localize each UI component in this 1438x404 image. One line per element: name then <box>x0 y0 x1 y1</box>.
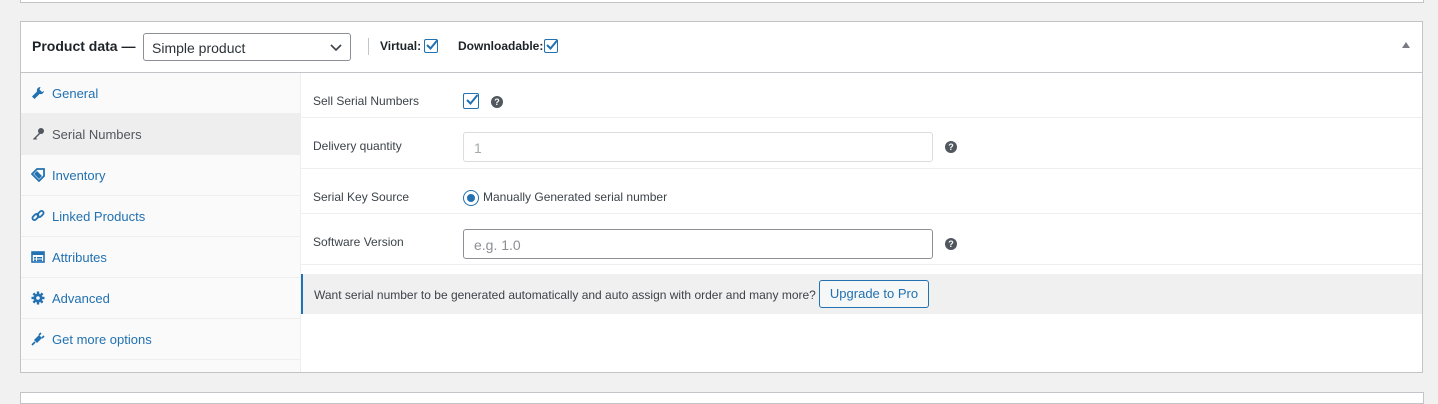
help-icon[interactable]: ? <box>491 96 503 108</box>
wrench-icon <box>32 87 44 99</box>
tab-label: Serial Numbers <box>52 127 142 142</box>
software-version-placeholder: e.g. 1.0 <box>474 237 521 253</box>
product-data-tabs: General Serial Numbers Inventory Linked … <box>21 73 301 372</box>
tab-label: Linked Products <box>52 209 146 224</box>
tab-attributes[interactable]: Attributes <box>21 237 300 278</box>
link-icon <box>31 210 45 221</box>
checkmark-icon <box>426 39 439 50</box>
upgrade-notice: Want serial number to be generated autom… <box>301 274 1422 314</box>
delivery-quantity-input[interactable]: 1 <box>463 132 933 162</box>
tab-linked-products[interactable]: Linked Products <box>21 196 300 237</box>
downloadable-checkbox[interactable] <box>544 39 559 53</box>
manual-generated-option-label: Manually Generated serial number <box>483 190 668 204</box>
tag-icon <box>31 168 45 182</box>
upgrade-to-pro-button[interactable]: Upgrade to Pro <box>819 280 929 308</box>
product-type-value: Simple product <box>152 40 246 56</box>
serial-numbers-content: Sell Serial Numbers ? Delivery quantity … <box>301 73 1422 372</box>
next-panel-edge <box>20 392 1424 404</box>
help-icon[interactable]: ? <box>945 238 957 250</box>
key-icon <box>33 128 44 140</box>
panel-title-text: Product data <box>32 38 118 54</box>
header-separator <box>368 38 369 55</box>
key-source-row: Serial Key Source Manually Generated ser… <box>301 169 1422 214</box>
software-version-row: Software Version e.g. 1.0 ? <box>301 214 1422 265</box>
radio-selected-dot <box>467 194 475 202</box>
panel-header: Product data — Simple product Virtual: D… <box>21 22 1422 73</box>
tab-label: General <box>52 86 99 101</box>
delivery-quantity-value: 1 <box>474 140 482 156</box>
upgrade-notice-text: Want serial number to be generated autom… <box>314 288 816 302</box>
tab-inventory[interactable]: Inventory <box>21 155 300 196</box>
virtual-label: Virtual: <box>380 39 422 53</box>
manual-generated-radio[interactable] <box>463 190 479 206</box>
key-source-label: Serial Key Source <box>313 190 410 204</box>
tab-serial-numbers[interactable]: Serial Numbers <box>21 114 300 155</box>
tab-label: Inventory <box>52 168 106 183</box>
plugin-icon <box>31 332 45 346</box>
help-icon[interactable]: ? <box>945 141 957 153</box>
delivery-quantity-label: Delivery quantity <box>313 139 402 153</box>
downloadable-label: Downloadable: <box>458 39 544 53</box>
checkmark-icon <box>546 39 559 50</box>
tab-advanced[interactable]: Advanced <box>21 278 300 319</box>
tab-general[interactable]: General <box>21 73 300 114</box>
chevron-down-icon <box>330 44 342 52</box>
tab-label: Attributes <box>52 250 107 265</box>
previous-panel-edge <box>20 0 1424 3</box>
list-icon <box>31 251 45 263</box>
product-data-panel: Product data — Simple product Virtual: D… <box>20 21 1423 373</box>
product-type-select[interactable]: Simple product <box>143 33 351 61</box>
virtual-checkbox[interactable] <box>424 39 439 53</box>
panel-title: Product data — <box>32 38 135 54</box>
collapse-arrow-icon[interactable] <box>1402 42 1410 48</box>
delivery-quantity-row: Delivery quantity 1 ? <box>301 118 1422 169</box>
sell-serial-checkbox[interactable] <box>463 93 479 109</box>
gear-icon <box>31 291 45 305</box>
title-dash: — <box>121 38 136 54</box>
tab-label: Advanced <box>52 291 110 306</box>
sell-serial-row: Sell Serial Numbers ? <box>301 73 1422 118</box>
tab-get-more-options[interactable]: Get more options <box>21 319 300 360</box>
checkmark-icon <box>466 94 479 105</box>
software-version-input[interactable]: e.g. 1.0 <box>463 229 933 259</box>
tab-label: Get more options <box>52 332 152 347</box>
sell-serial-label: Sell Serial Numbers <box>313 94 420 108</box>
software-version-label: Software Version <box>313 235 404 249</box>
